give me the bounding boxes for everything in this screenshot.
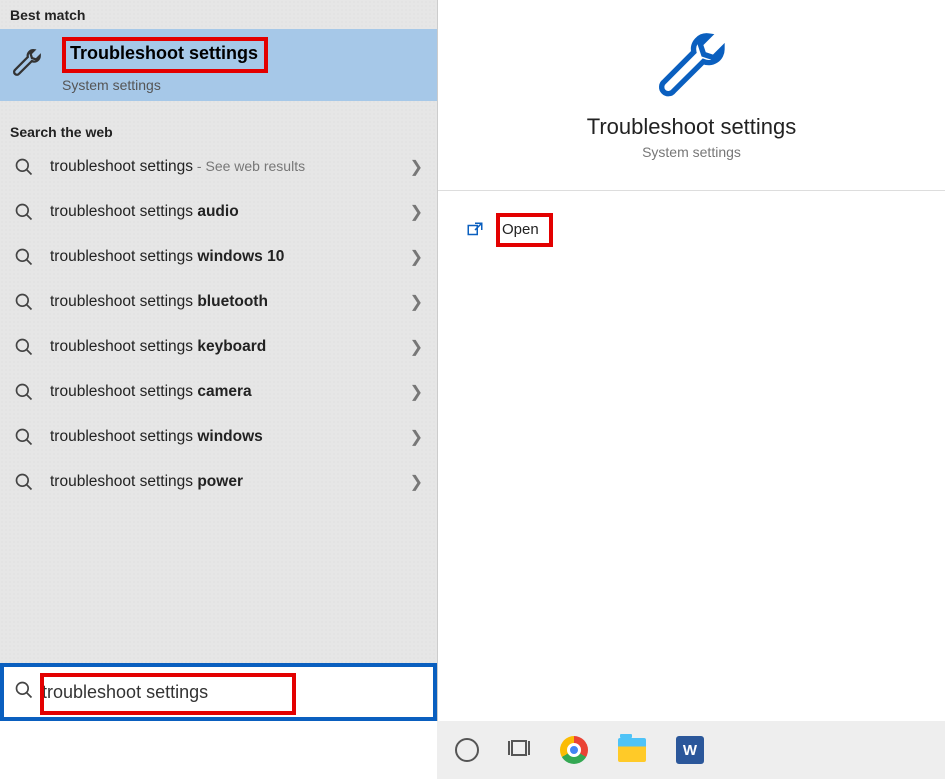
best-match-header: Best match xyxy=(0,3,437,27)
web-result-item[interactable]: troubleshoot settings keyboard ❯ xyxy=(0,324,437,369)
best-match-title: Troubleshoot settings xyxy=(70,43,258,63)
wrench-icon xyxy=(10,46,44,85)
best-match-subtitle: System settings xyxy=(62,77,268,93)
highlight-box-open: Open xyxy=(496,213,553,247)
cortana-icon[interactable] xyxy=(455,738,479,762)
search-icon xyxy=(14,292,34,312)
best-match-section: Best match Troubleshoot settings System … xyxy=(0,3,437,101)
search-icon xyxy=(14,202,34,222)
preview-subtitle: System settings xyxy=(438,144,945,160)
chevron-right-icon: ❯ xyxy=(410,472,427,492)
chevron-right-icon: ❯ xyxy=(410,202,427,222)
chevron-right-icon: ❯ xyxy=(410,292,427,312)
web-results-section: Search the web troubleshoot settings - S… xyxy=(0,120,437,504)
search-icon xyxy=(14,382,34,402)
web-result-label: troubleshoot settings camera xyxy=(50,383,252,401)
chevron-right-icon: ❯ xyxy=(410,157,427,177)
search-results-panel: Best match Troubleshoot settings System … xyxy=(0,0,437,721)
preview-title: Troubleshoot settings xyxy=(438,114,945,140)
chevron-right-icon: ❯ xyxy=(410,247,427,267)
search-icon xyxy=(14,247,34,267)
taskbar: W xyxy=(437,721,945,779)
web-results-header: Search the web xyxy=(0,120,437,144)
file-explorer-icon[interactable] xyxy=(617,735,647,765)
web-result-item[interactable]: troubleshoot settings windows 10 ❯ xyxy=(0,234,437,279)
search-icon xyxy=(14,157,34,177)
web-result-label: troubleshoot settings keyboard xyxy=(50,338,266,356)
chevron-right-icon: ❯ xyxy=(410,337,427,357)
word-icon[interactable]: W xyxy=(675,735,705,765)
web-result-item[interactable]: troubleshoot settings camera ❯ xyxy=(0,369,437,414)
open-action[interactable]: Open xyxy=(466,213,945,247)
task-view-icon[interactable] xyxy=(507,736,531,765)
web-result-label: troubleshoot settings - See web results xyxy=(50,158,305,176)
web-result-item[interactable]: troubleshoot settings bluetooth ❯ xyxy=(0,279,437,324)
wrench-icon xyxy=(652,26,732,106)
highlight-box-title: Troubleshoot settings xyxy=(62,37,268,73)
search-icon xyxy=(14,337,34,357)
web-result-item[interactable]: troubleshoot settings - See web results ❯ xyxy=(0,144,437,189)
web-result-label: troubleshoot settings audio xyxy=(50,203,239,221)
search-box[interactable] xyxy=(0,663,437,721)
web-result-label: troubleshoot settings windows 10 xyxy=(50,248,284,266)
open-label: Open xyxy=(502,221,539,238)
chevron-right-icon: ❯ xyxy=(410,382,427,402)
best-match-item[interactable]: Troubleshoot settings System settings xyxy=(0,29,437,101)
web-result-item[interactable]: troubleshoot settings audio ❯ xyxy=(0,189,437,234)
chrome-icon[interactable] xyxy=(559,735,589,765)
search-input[interactable] xyxy=(42,667,433,717)
web-result-item[interactable]: troubleshoot settings windows ❯ xyxy=(0,414,437,459)
open-icon xyxy=(466,221,484,239)
search-icon xyxy=(14,472,34,492)
chevron-right-icon: ❯ xyxy=(410,427,427,447)
search-icon xyxy=(14,680,34,705)
preview-panel: Troubleshoot settings System settings Op… xyxy=(437,0,945,721)
web-result-label: troubleshoot settings bluetooth xyxy=(50,293,268,311)
web-result-label: troubleshoot settings power xyxy=(50,473,243,491)
web-result-label: troubleshoot settings windows xyxy=(50,428,263,446)
taskbar-search-area xyxy=(0,663,437,721)
search-icon xyxy=(14,427,34,447)
divider xyxy=(438,190,945,191)
web-result-item[interactable]: troubleshoot settings power ❯ xyxy=(0,459,437,504)
